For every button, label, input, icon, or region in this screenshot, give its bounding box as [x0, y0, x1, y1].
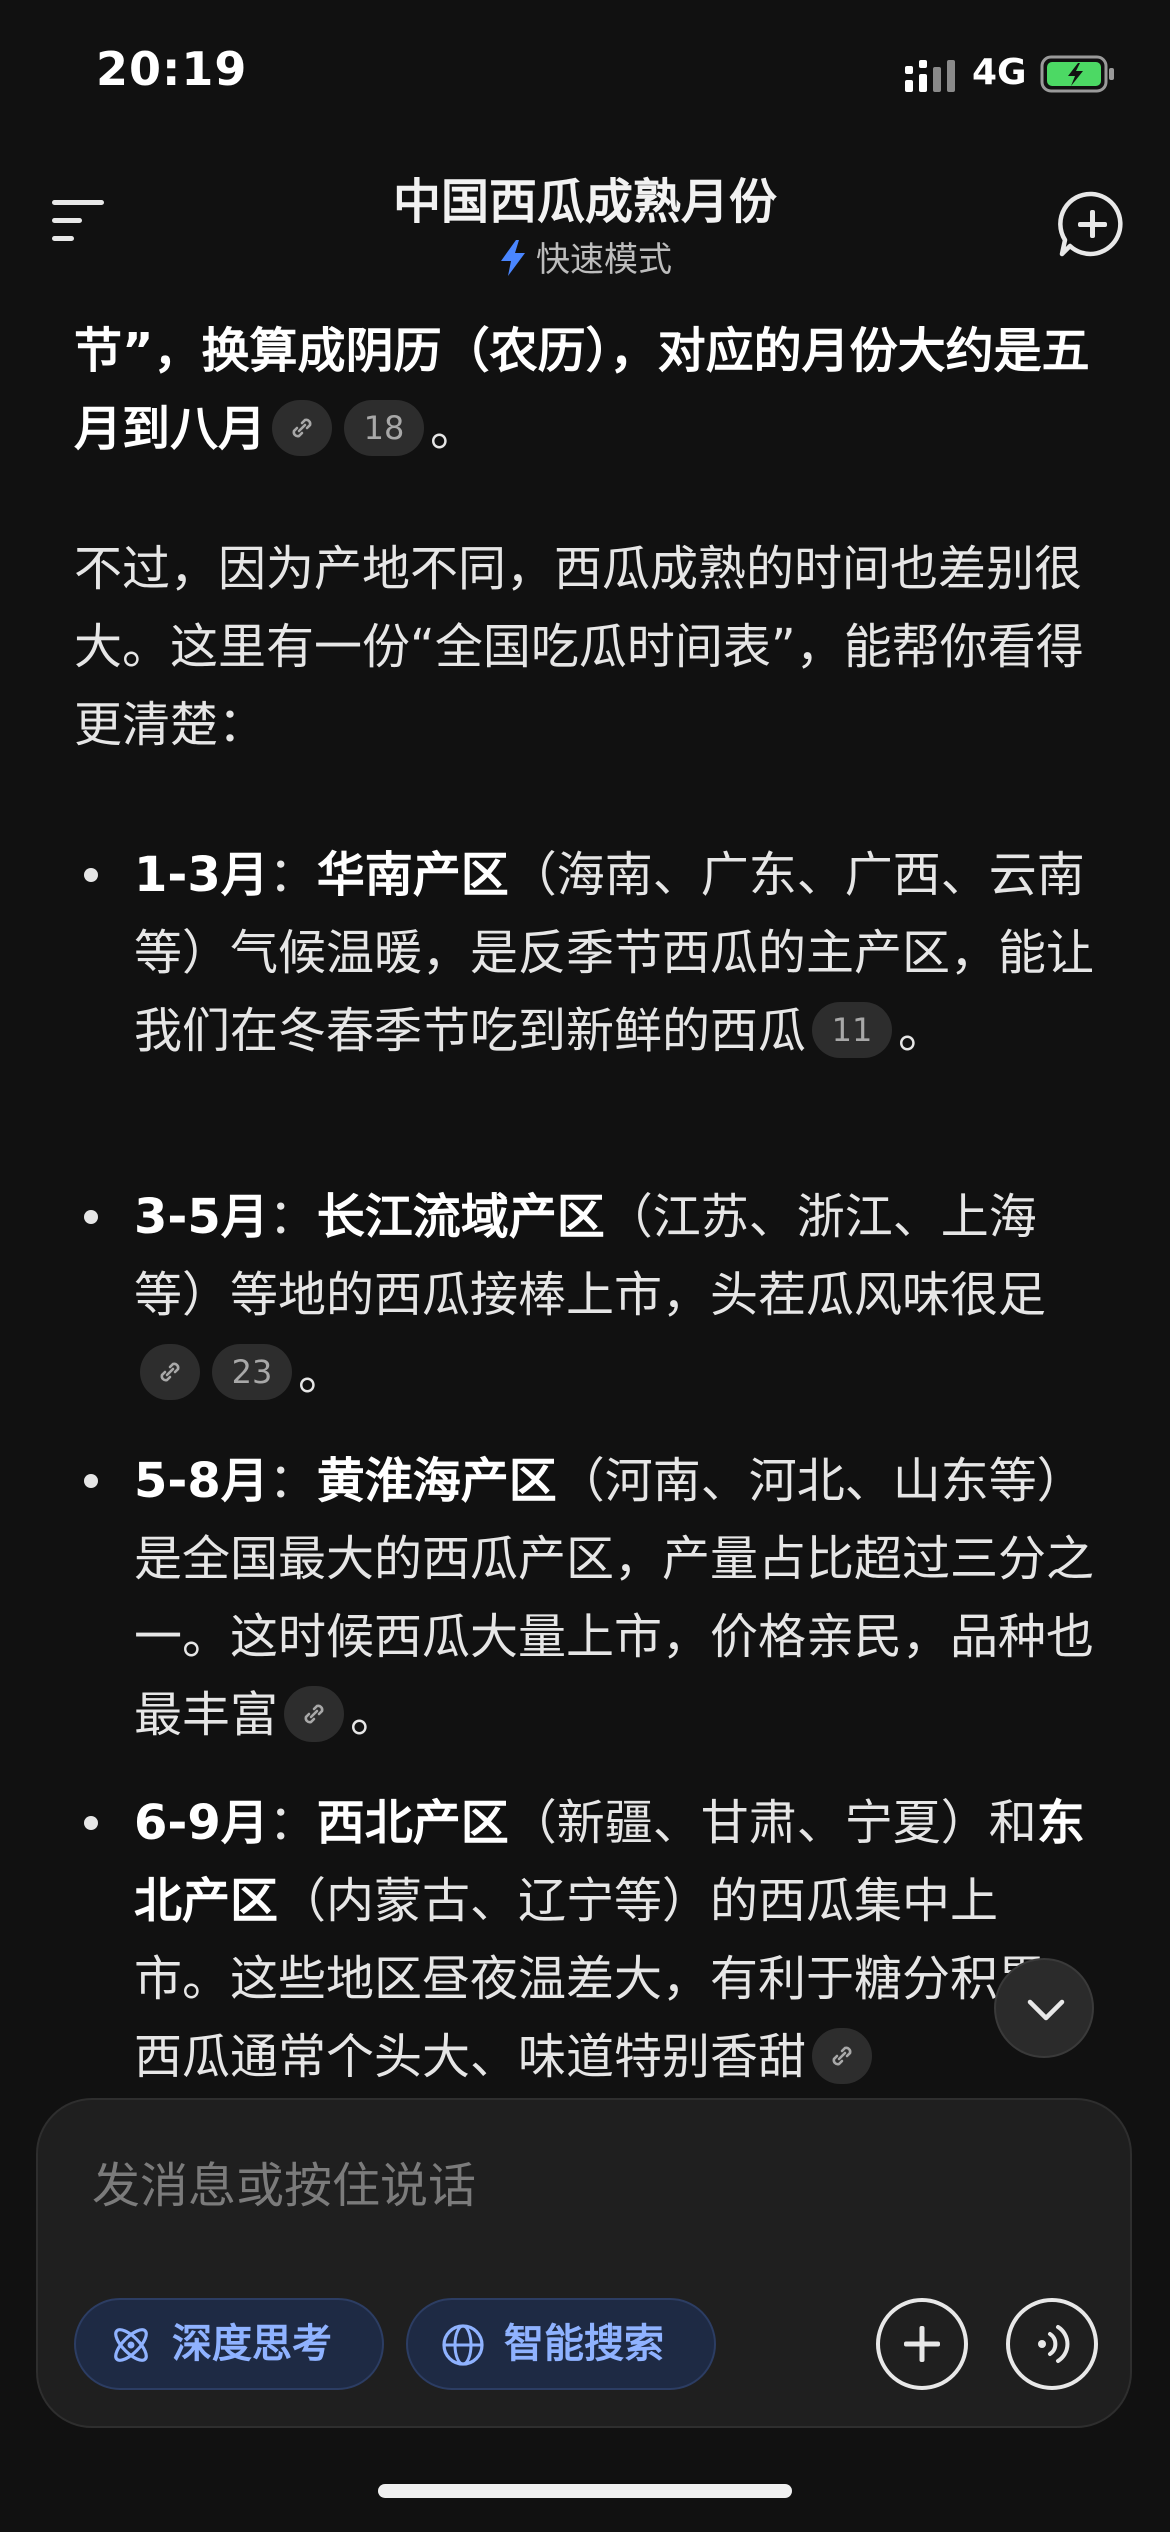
period-label: 1-3月 — [134, 847, 269, 903]
citation-badge[interactable]: 18 — [344, 400, 425, 456]
source-link-chip[interactable] — [272, 400, 333, 456]
status-time: 20:19 — [96, 42, 248, 96]
chevron-down-icon — [1027, 1999, 1065, 2021]
list-item: 5-8月：黄淮海产区（河南、河北、山东等）是全国最大的西瓜产区，产量占比超过三分… — [134, 1442, 1094, 1754]
lightning-icon — [501, 240, 525, 276]
item-end: 。 — [350, 1687, 399, 1743]
smart-search-button[interactable]: 智能搜索 — [406, 2298, 716, 2390]
battery-charging-icon — [1040, 55, 1114, 93]
add-attachment-button[interactable] — [876, 2298, 968, 2390]
item-end: 。 — [898, 1003, 947, 1059]
region-label: 黄淮海产区 — [316, 1453, 557, 1509]
app-screen: 20:19 4G 中国西瓜成熟月份 快速模式 节”，换算成阴历（农历），对应的月… — [0, 0, 1170, 2532]
bullet-dot — [84, 1474, 98, 1488]
chat-header: 中国西瓜成熟月份 快速模式 — [0, 150, 1170, 290]
globe-icon — [442, 2324, 484, 2366]
plus-icon — [904, 2326, 940, 2362]
scroll-to-bottom-button[interactable] — [994, 1958, 1094, 2058]
home-indicator[interactable] — [378, 2484, 792, 2498]
source-link-chip[interactable] — [812, 2028, 873, 2084]
region-label: 西北产区 — [316, 1795, 509, 1851]
link-icon — [160, 1362, 180, 1382]
sound-wave-icon — [1038, 2325, 1070, 2363]
composer: 深度思考 智能搜索 — [36, 2098, 1132, 2428]
list-item: 6-9月：西北产区（新疆、甘肃、宁夏）和东北产区（内蒙古、辽宁等）的西瓜集中上市… — [134, 1784, 1094, 2090]
separator: ： — [268, 1189, 317, 1245]
bullet-dot — [84, 1816, 98, 1830]
separator: ： — [268, 1453, 317, 1509]
intro-paragraph: 不过，因为产地不同，西瓜成熟的时间也差别很大。这里有一份“全国吃瓜时间表”，能帮… — [74, 541, 1084, 753]
period-label: 5-8月 — [134, 1453, 269, 1509]
deep-think-button[interactable]: 深度思考 — [74, 2298, 384, 2390]
answer-text: 节”，换算成 — [74, 323, 346, 379]
list-item: 3-5月：长江流域产区（江苏、浙江、上海等）等地的西瓜接棒上市，头茬瓜风味很足 2… — [134, 1178, 1094, 1412]
link-icon — [304, 1704, 324, 1724]
deep-think-label: 深度思考 — [172, 2321, 332, 2367]
answer-text-end: 。 — [430, 401, 479, 457]
atom-icon — [114, 2328, 148, 2362]
message-content: 节”，换算成阴历（农历），对应的月份大约是五月到八月 18。 不过，因为产地不同，… — [0, 290, 1170, 2090]
new-chat-icon[interactable] — [1058, 190, 1126, 258]
item-text-2: （内蒙古、辽宁等）的西瓜集中上市。这些地区昼夜温差大，有利于糖分积累，西瓜通常个… — [134, 1873, 1095, 2085]
mode-selector[interactable]: 快速模式 — [0, 232, 1170, 281]
bullet-dot — [84, 1210, 98, 1224]
separator: ： — [268, 1795, 317, 1851]
mode-label: 快速模式 — [536, 240, 672, 280]
source-link-chip[interactable] — [140, 1344, 200, 1400]
message-input[interactable] — [90, 2150, 994, 2222]
period-label: 3-5月 — [134, 1189, 269, 1245]
list-item: 1-3月：华南产区（海南、广东、广西、云南等）气候温暖，是反季节西瓜的主产区，能… — [134, 836, 1094, 1070]
link-icon — [292, 418, 312, 438]
link-icon — [832, 2046, 852, 2066]
region-label: 华南产区 — [316, 847, 509, 903]
item-text: （新疆、甘肃、宁夏）和 — [508, 1795, 1037, 1851]
period-label: 6-9月 — [134, 1795, 269, 1851]
bullet-dot — [84, 868, 98, 882]
region-label: 长江流域产区 — [316, 1189, 605, 1245]
chat-title[interactable]: 中国西瓜成熟月份 — [0, 162, 1170, 232]
network-type: 4G — [972, 52, 1027, 93]
separator: ： — [268, 847, 317, 903]
answer-paragraph: 节”，换算成阴历（农历），对应的月份大约是五月到八月 18。 — [74, 312, 1114, 468]
item-end: 。 — [298, 1345, 347, 1401]
citation-badge[interactable]: 23 — [212, 1344, 292, 1400]
citation-badge[interactable]: 11 — [812, 1002, 893, 1058]
status-bar: 20:19 4G — [0, 0, 1170, 150]
voice-call-button[interactable] — [1006, 2298, 1098, 2390]
smart-search-label: 智能搜索 — [504, 2321, 664, 2367]
source-link-chip[interactable] — [284, 1686, 345, 1742]
signal-icon — [905, 60, 955, 92]
